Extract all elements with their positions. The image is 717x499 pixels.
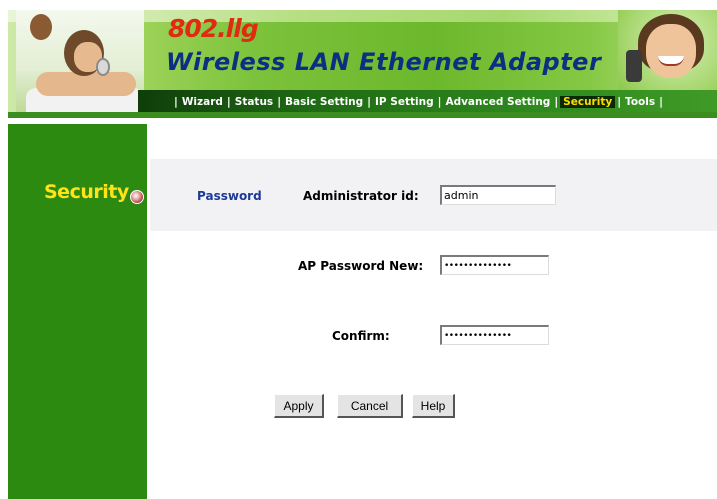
sidebar: Security [8,124,147,499]
product-title: Wireless LAN Ethernet Adapter [166,48,602,76]
main-nav: | Wizard | Status | Basic Setting | IP S… [170,93,667,111]
photo-figure-face [646,24,696,78]
nav-link-security[interactable]: Security [560,96,616,108]
admin-id-input[interactable]: admin [440,185,556,205]
apply-button[interactable]: Apply [274,394,324,418]
admin-id-label: Administrator id: [303,189,419,203]
nav-separator: | [367,96,372,108]
confirm-password-label: Confirm: [332,329,390,343]
nav-separator: | [277,96,282,108]
nav-link-status[interactable]: Status [235,96,273,108]
section-label-password: Password [197,189,262,203]
banner-photo-headphones [16,10,144,118]
cancel-button[interactable]: Cancel [337,394,403,418]
headphone-icon [96,58,110,76]
banner-photo-smiling [618,10,717,90]
nav-link-wizard[interactable]: Wizard [182,96,223,108]
confirm-password-input[interactable]: •••••••••••••• [440,325,549,345]
nav-separator: | [437,96,442,108]
new-password-label: AP Password New: [298,259,424,273]
nav-link-basic-setting[interactable]: Basic Setting [285,96,363,108]
nav-link-advanced-setting[interactable]: Advanced Setting [445,96,550,108]
help-button[interactable]: Help [412,394,455,418]
nav-link-ip-setting[interactable]: IP Setting [375,96,434,108]
phone-icon [626,50,642,82]
nav-separator: | [174,96,178,108]
nav-separator: | [226,96,231,108]
nav-separator: | [554,96,559,108]
brand-model-logo: 802.llg [168,14,259,43]
new-password-input[interactable]: •••••••••••••• [440,255,549,275]
nav-separator: | [659,96,663,108]
nav-separator: | [617,96,622,108]
nav-link-tools[interactable]: Tools [625,96,655,108]
banner-bottom-rule [8,112,717,118]
radio-bullet-icon [130,190,144,204]
sidebar-title: Security [44,181,129,203]
photo-figure-kid [30,14,52,40]
